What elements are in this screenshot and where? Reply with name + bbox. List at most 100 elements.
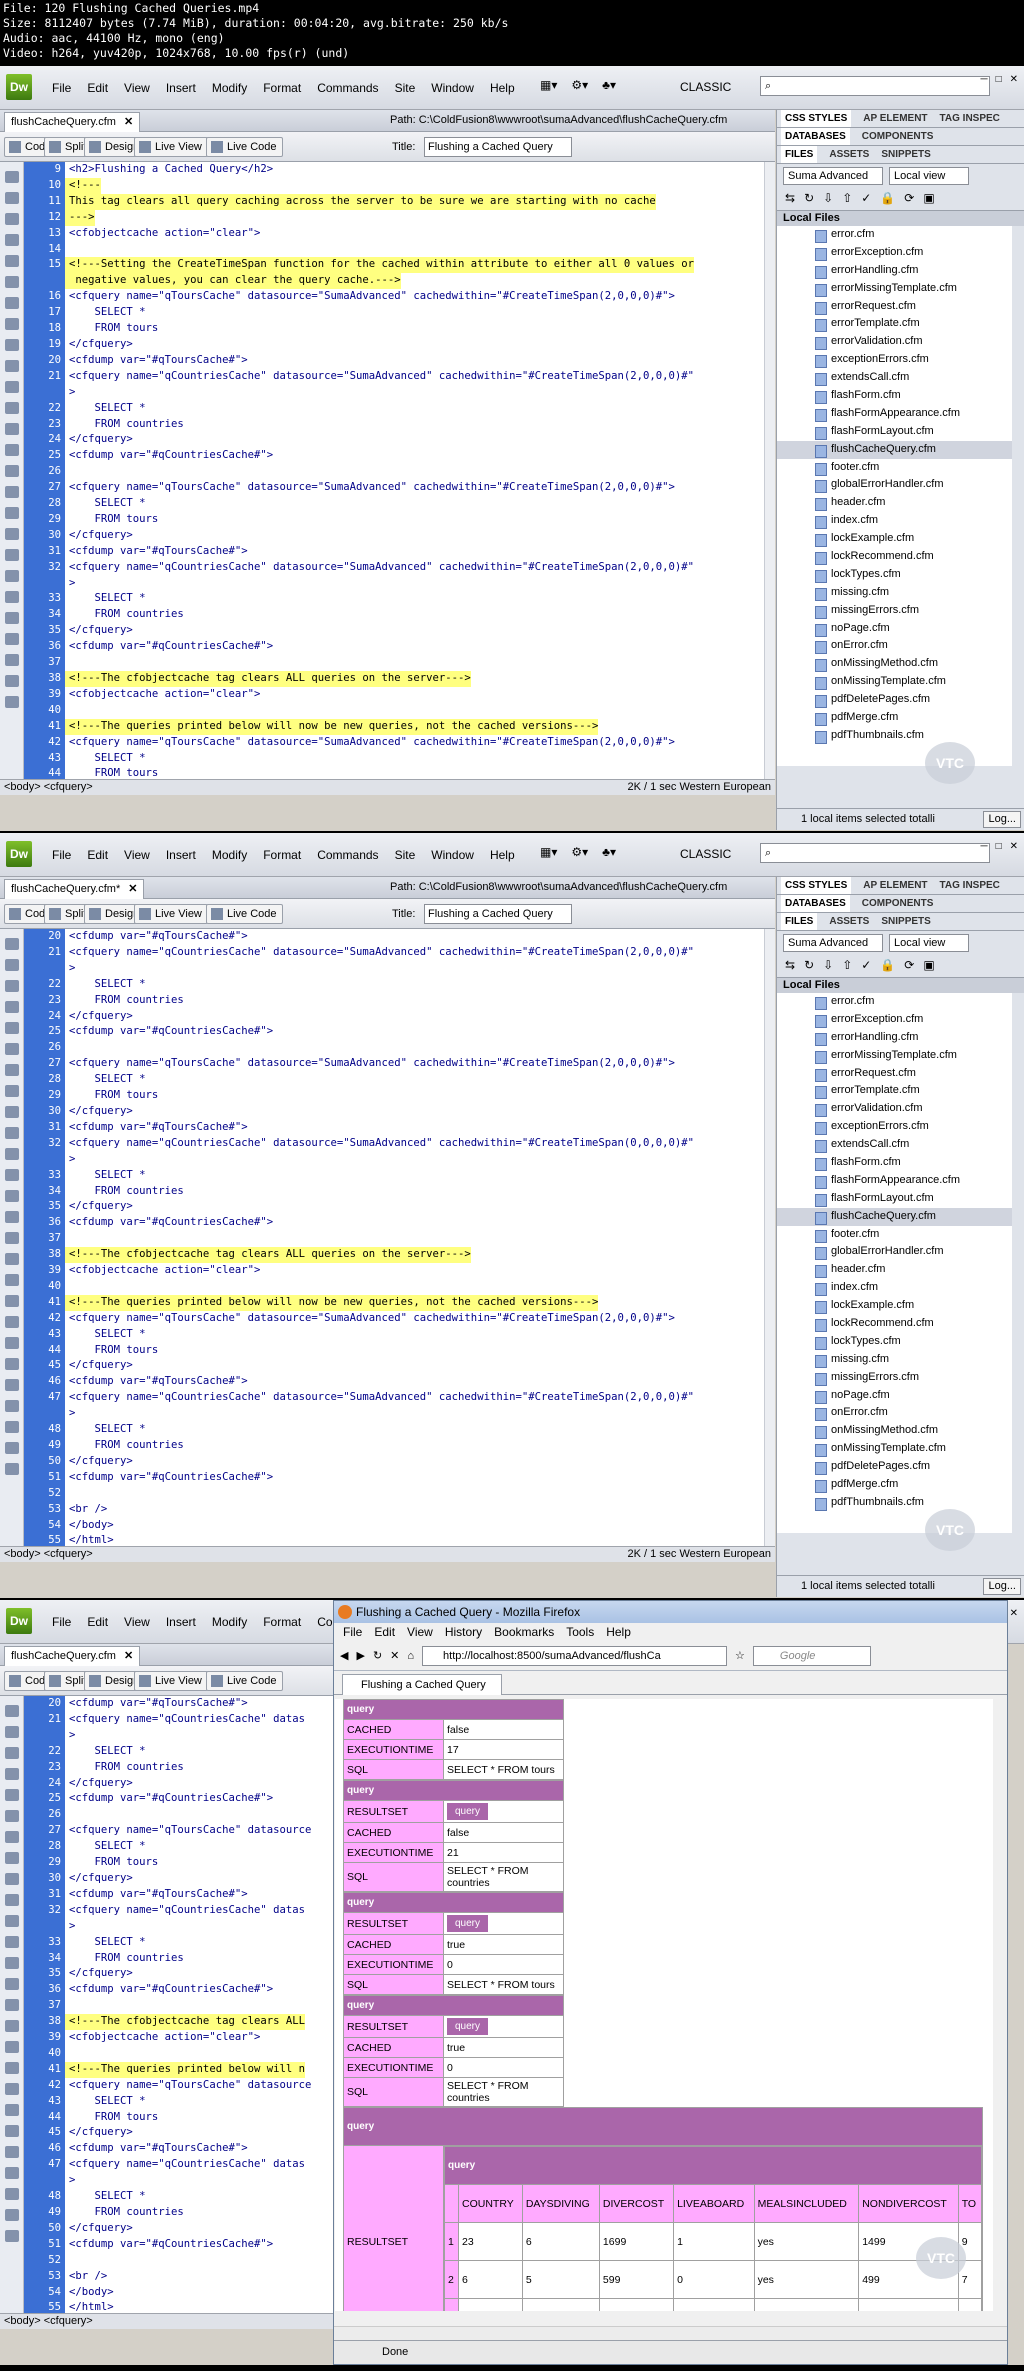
file-item[interactable]: flashForm.cfm: [777, 1154, 1012, 1172]
file-item[interactable]: pdfMerge.cfm: [777, 709, 1012, 727]
code-text[interactable]: SELECT *: [65, 1327, 146, 1343]
coding-tool-icon[interactable]: [5, 192, 19, 204]
code-text[interactable]: <cfdump var="#qToursCache#">: [65, 2141, 248, 2157]
browser-tab[interactable]: Flushing a Cached Query: [342, 1674, 502, 1695]
gear-icon[interactable]: ⚙▾: [571, 78, 588, 92]
file-item[interactable]: index.cfm: [777, 512, 1012, 530]
coding-tool-icon[interactable]: [5, 1442, 19, 1454]
coding-tool-icon[interactable]: [5, 1211, 19, 1223]
coding-tool-icon[interactable]: [5, 675, 19, 687]
code-line[interactable]: 29 FROM tours: [24, 1088, 764, 1104]
code-line[interactable]: 53 <br />: [24, 2268, 334, 2285]
code-text[interactable]: <cfdump var="#qToursCache#">: [65, 1120, 248, 1136]
coding-tool-icon[interactable]: [5, 696, 19, 708]
code-text[interactable]: FROM countries: [65, 1438, 184, 1454]
code-text[interactable]: SELECT *: [65, 1168, 146, 1184]
code-line[interactable]: 40: [24, 1278, 764, 1295]
coding-tool-icon[interactable]: [5, 1316, 19, 1328]
code-line[interactable]: negative values, you can clear the query…: [24, 273, 764, 290]
code-text[interactable]: [65, 2046, 69, 2062]
code-text[interactable]: <cfdump var="#qCountriesCache#">: [65, 1215, 273, 1231]
connect-icon[interactable]: ⇆: [785, 191, 795, 207]
coding-tool-icon[interactable]: [5, 2209, 19, 2221]
code-line[interactable]: 33 SELECT *: [24, 1934, 334, 1951]
code-text[interactable]: FROM countries: [65, 2205, 184, 2221]
menu-item[interactable]: Edit: [79, 1614, 116, 1630]
code-line[interactable]: 47 <cfquery name="qCountriesCache" dataso…: [24, 1390, 764, 1407]
code-text[interactable]: <cfdump var="#qToursCache#">: [65, 929, 248, 945]
tag-selector[interactable]: <body> <cfquery>: [4, 1548, 93, 1560]
file-item[interactable]: flashFormLayout.cfm: [777, 1190, 1012, 1208]
code-line[interactable]: 37: [24, 655, 764, 671]
file-item[interactable]: lockExample.cfm: [777, 530, 1012, 548]
help-search-input[interactable]: [760, 843, 990, 863]
code-text[interactable]: FROM tours: [65, 2110, 159, 2126]
coding-tool-icon[interactable]: [5, 1148, 19, 1160]
coding-tool-icon[interactable]: [5, 1915, 19, 1927]
code-line[interactable]: >: [24, 575, 764, 592]
code-text[interactable]: SELECT *: [65, 751, 146, 767]
close-tab-icon[interactable]: ✕: [124, 116, 133, 128]
code-line[interactable]: 43 SELECT *: [24, 2093, 334, 2110]
code-line[interactable]: 20 <cfdump var="#qToursCache#">: [24, 352, 764, 369]
code-line[interactable]: 35 </cfquery>: [24, 1966, 334, 1983]
code-text[interactable]: <!---Setting the CreateTimeSpan function…: [65, 257, 695, 274]
panel-tab[interactable]: AP ELEMENT: [863, 110, 927, 127]
panel-tab[interactable]: ASSETS: [829, 146, 869, 163]
code-text[interactable]: >: [65, 1406, 75, 1422]
menu-item[interactable]: Format: [255, 847, 309, 863]
menu-item[interactable]: Edit: [79, 80, 116, 96]
code-text[interactable]: FROM tours: [65, 766, 159, 779]
coding-tool-icon[interactable]: [5, 1894, 19, 1906]
code-text[interactable]: SELECT *: [65, 401, 146, 417]
coding-tool-icon[interactable]: [5, 1400, 19, 1412]
firefox-menu-item[interactable]: File: [338, 1623, 367, 1641]
firefox-menu-item[interactable]: View: [402, 1623, 438, 1641]
code-text[interactable]: <cfobjectcache action="clear">: [65, 1263, 260, 1279]
code-text[interactable]: FROM countries: [65, 1951, 184, 1967]
coding-tool-icon[interactable]: [5, 1001, 19, 1013]
file-item[interactable]: errorRequest.cfm: [777, 298, 1012, 316]
file-item[interactable]: pdfThumbnails.cfm: [777, 1494, 1012, 1512]
code-text[interactable]: <cfquery name="qCountriesCache" datasour…: [65, 1390, 694, 1406]
code-line[interactable]: 41 <!---The queries printed below will no…: [24, 718, 764, 735]
back-icon[interactable]: ◀: [340, 1649, 348, 1662]
code-text[interactable]: </cfquery>: [65, 432, 133, 448]
coding-tool-icon[interactable]: [5, 318, 19, 330]
url-input[interactable]: http://localhost:8500/sumaAdvanced/flush…: [422, 1645, 728, 1666]
code-line[interactable]: 25 <cfdump var="#qCountriesCache#">: [24, 448, 764, 465]
code-line[interactable]: 29 FROM tours: [24, 511, 764, 528]
code-line[interactable]: 51 <cfdump var="#qCountriesCache#">: [24, 1469, 764, 1486]
file-item[interactable]: header.cfm: [777, 1261, 1012, 1279]
close-tab-icon[interactable]: ✕: [124, 1650, 133, 1662]
code-text[interactable]: <cfobjectcache action="clear">: [65, 2030, 260, 2046]
code-line[interactable]: 24 </cfquery>: [24, 1775, 334, 1792]
code-line[interactable]: 42 <cfquery name="qToursCache" datasource…: [24, 734, 764, 751]
code-line[interactable]: 26: [24, 464, 764, 481]
code-text[interactable]: negative values, you can clear the query…: [65, 273, 401, 290]
coding-tool-icon[interactable]: [5, 2041, 19, 2053]
code-text[interactable]: FROM tours: [65, 1343, 159, 1359]
panel-tab[interactable]: DATABASES: [781, 895, 850, 912]
code-line[interactable]: 52: [24, 2252, 334, 2269]
layout-icon[interactable]: ▦▾: [540, 845, 557, 859]
file-item[interactable]: missing.cfm: [777, 1351, 1012, 1369]
file-item[interactable]: onMissingMethod.cfm: [777, 655, 1012, 673]
panel-tab[interactable]: TAG INSPEC: [940, 877, 1000, 894]
coding-tool-icon[interactable]: [5, 570, 19, 582]
connect-icon[interactable]: ⇆: [785, 958, 795, 974]
coding-tool-icon[interactable]: [5, 2146, 19, 2158]
code-line[interactable]: >: [24, 1918, 334, 1935]
file-item[interactable]: onMissingMethod.cfm: [777, 1422, 1012, 1440]
title-input[interactable]: Flushing a Cached Query: [424, 904, 572, 924]
file-item[interactable]: pdfDeletePages.cfm: [777, 691, 1012, 709]
menu-item[interactable]: Site: [387, 80, 424, 96]
code-text[interactable]: <cfquery name="qToursCache" datasource="…: [65, 1056, 675, 1072]
code-line[interactable]: 49 FROM countries: [24, 1438, 764, 1454]
workspace-switcher[interactable]: CLASSIC: [680, 847, 731, 861]
coding-tool-icon[interactable]: [5, 654, 19, 666]
site-select[interactable]: Suma Advanced: [783, 167, 883, 185]
file-item[interactable]: exceptionErrors.cfm: [777, 351, 1012, 369]
site-select[interactable]: Suma Advanced: [783, 934, 883, 952]
coding-tool-icon[interactable]: [5, 1358, 19, 1370]
